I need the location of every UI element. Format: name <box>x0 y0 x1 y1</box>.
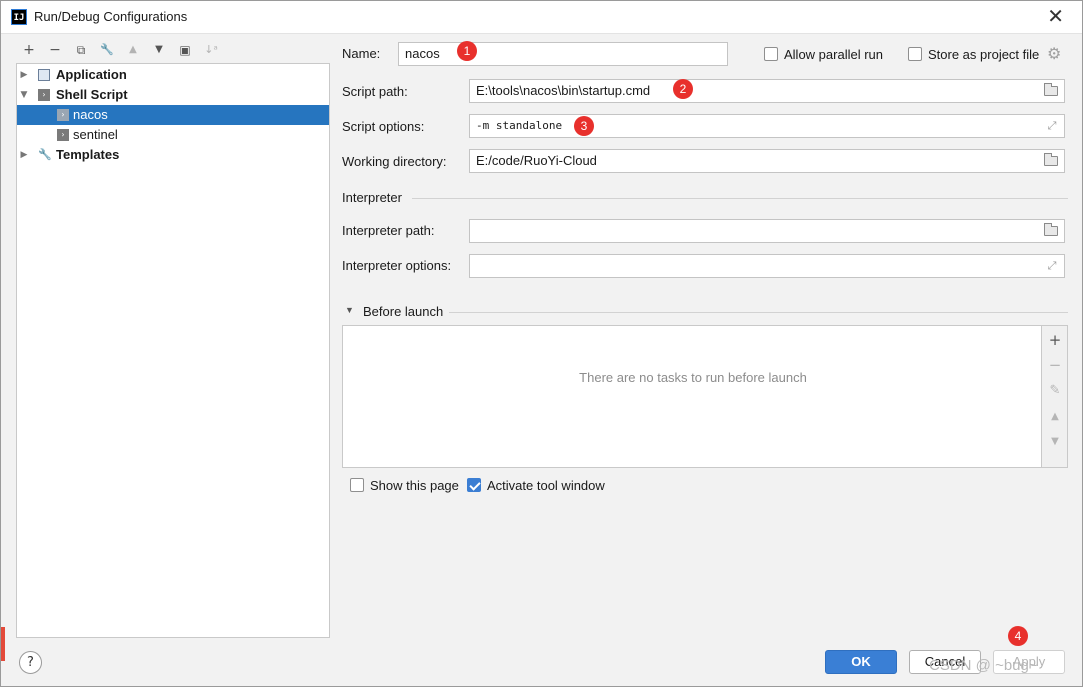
tree-item-shell-script[interactable]: ▼ › Shell Script <box>17 85 329 105</box>
sort-icon[interactable]: ↓ᵃ <box>202 41 220 59</box>
name-label: Name: <box>342 46 381 61</box>
name-input[interactable]: nacos <box>398 42 728 66</box>
csdn-watermark: CSDN @ ~bug~ <box>929 657 1038 674</box>
move-task-up-button[interactable]: ▲ <box>1042 405 1068 429</box>
intellij-icon: IJ <box>11 9 27 25</box>
folder-browse-icon[interactable] <box>1044 223 1058 236</box>
wrench-icon: 🔧 <box>38 148 52 161</box>
interpreter-section-title: Interpreter <box>342 190 402 205</box>
collapse-arrow-icon[interactable]: ▼ <box>19 85 29 105</box>
annotation-badge-1: 1 <box>457 41 477 61</box>
config-tree: ▶ Application ▼ › Shell Script › nacos ›… <box>16 63 330 638</box>
working-dir-input[interactable]: E:/code/RuoYi-Cloud <box>469 149 1065 173</box>
folder-browse-icon[interactable] <box>1044 153 1058 166</box>
script-options-value: -m standalone <box>476 119 563 132</box>
wrench-icon[interactable]: 🔧 <box>98 41 116 59</box>
edit-task-button[interactable]: ✎ <box>1042 379 1068 403</box>
section-divider <box>449 312 1068 313</box>
dialog-title: Run/Debug Configurations <box>34 9 188 24</box>
annotation-badge-3: 3 <box>574 116 594 136</box>
move-up-button[interactable]: ▲ <box>124 41 142 59</box>
store-project-checkbox[interactable] <box>908 47 922 61</box>
remove-config-button[interactable]: − <box>46 41 64 59</box>
expand-arrow-icon[interactable]: ▶ <box>19 145 29 165</box>
activate-window-checkbox[interactable] <box>467 478 481 492</box>
section-divider <box>412 198 1068 199</box>
tree-item-label: Shell Script <box>56 87 128 102</box>
add-task-button[interactable]: + <box>1042 328 1068 352</box>
expand-arrow-icon[interactable]: ▶ <box>19 65 29 85</box>
expand-icon[interactable]: ⤢ <box>1046 120 1058 132</box>
script-path-value: E:\tools\nacos\bin\startup.cmd <box>476 83 651 98</box>
before-launch-title[interactable]: Before launch <box>363 304 443 319</box>
annotation-badge-2: 2 <box>673 79 693 99</box>
tree-item-label: nacos <box>73 107 108 122</box>
application-icon <box>38 69 50 81</box>
script-options-input[interactable]: -m standalone ⤢ <box>469 114 1065 138</box>
background-strip <box>1 627 5 661</box>
tree-item-label: Templates <box>56 147 120 162</box>
shell-script-icon: › <box>57 129 69 141</box>
script-path-input[interactable]: E:\tools\nacos\bin\startup.cmd <box>469 79 1065 103</box>
show-page-label: Show this page <box>370 478 459 493</box>
working-dir-value: E:/code/RuoYi-Cloud <box>476 153 597 168</box>
shell-script-icon: › <box>57 109 69 121</box>
tree-item-label: sentinel <box>73 127 118 142</box>
script-path-label: Script path: <box>342 84 408 99</box>
tree-item-label: Application <box>56 67 127 82</box>
run-debug-dialog: IJ Run/Debug Configurations ✕ + − ⧉ 🔧 ▲ … <box>0 0 1083 687</box>
add-config-button[interactable]: + <box>20 41 38 59</box>
shell-script-icon: › <box>38 89 50 101</box>
folder-icon[interactable]: ▣ <box>176 41 194 59</box>
collapse-arrow-icon[interactable]: ▼ <box>345 305 354 315</box>
close-icon[interactable]: ✕ <box>1047 6 1064 26</box>
interpreter-options-input[interactable]: ⤢ <box>469 254 1065 278</box>
tree-item-sentinel[interactable]: › sentinel <box>17 125 329 145</box>
working-dir-label: Working directory: <box>342 154 447 169</box>
copy-config-button[interactable]: ⧉ <box>72 41 90 59</box>
ok-button[interactable]: OK <box>825 650 897 674</box>
interpreter-path-input[interactable] <box>469 219 1065 243</box>
remove-task-button[interactable]: − <box>1042 353 1068 377</box>
help-button[interactable]: ? <box>19 651 42 674</box>
gear-icon[interactable]: ⚙ <box>1047 44 1061 64</box>
empty-tasks-text: There are no tasks to run before launch <box>579 370 807 385</box>
store-project-label: Store as project file <box>928 47 1040 62</box>
title-bar: IJ Run/Debug Configurations ✕ <box>1 1 1082 34</box>
interpreter-options-label: Interpreter options: <box>342 258 452 273</box>
move-task-down-button[interactable]: ▼ <box>1042 430 1068 454</box>
tree-item-nacos[interactable]: › nacos <box>17 105 329 125</box>
show-page-checkbox[interactable] <box>350 478 364 492</box>
allow-parallel-checkbox[interactable] <box>764 47 778 61</box>
allow-parallel-label: Allow parallel run <box>784 47 883 62</box>
before-launch-toolbar: + − ✎ ▲ ▼ <box>1042 325 1068 468</box>
interpreter-path-label: Interpreter path: <box>342 223 435 238</box>
folder-browse-icon[interactable] <box>1044 83 1058 96</box>
move-down-button[interactable]: ▼ <box>150 41 168 59</box>
annotation-badge-4: 4 <box>1008 626 1028 646</box>
activate-window-label: Activate tool window <box>487 478 605 493</box>
expand-icon[interactable]: ⤢ <box>1046 260 1058 272</box>
tree-item-application[interactable]: ▶ Application <box>17 65 329 85</box>
tree-item-templates[interactable]: ▶ 🔧 Templates <box>17 145 329 165</box>
script-options-label: Script options: <box>342 119 425 134</box>
before-launch-list: There are no tasks to run before launch <box>342 325 1042 468</box>
